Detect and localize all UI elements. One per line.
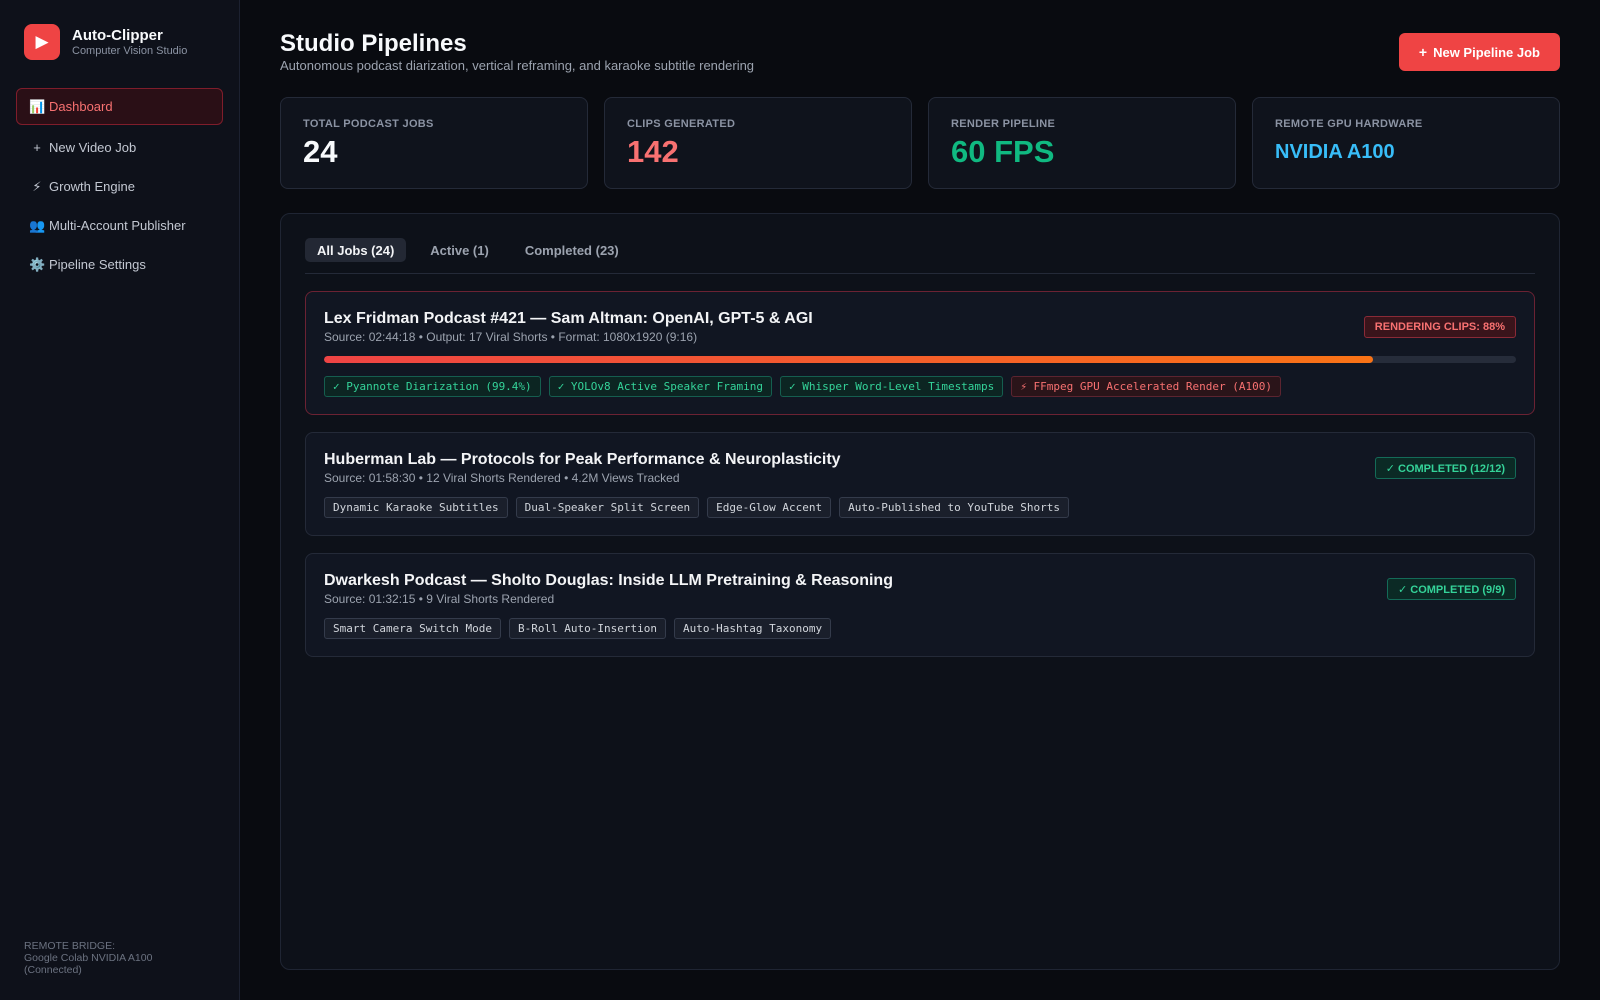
sidebar-item-label: New Video Job [49,140,137,155]
stat-card-render-pipeline: RENDER PIPELINE 60 FPS [928,97,1236,189]
sidebar-nav: 📊 Dashboard + New Video Job ⚡ Growth Eng… [16,88,223,285]
status-badge: RENDERING CLIPS: 88% [1363,316,1516,338]
tag-youtube-published: Auto-Published to YouTube Shorts [839,497,1070,518]
job-meta: Source: 02:44:18 • Output: 17 Viral Shor… [324,330,698,344]
job-tags: ✓ Pyannote Diarization (99.4%) ✓ YOLOv8 … [324,376,1289,397]
sidebar-item-growth-engine[interactable]: ⚡ Growth Engine [16,168,223,205]
sidebar-item-label: Growth Engine [49,179,135,194]
render-progress-bar [324,356,1516,363]
jobs-panel: All Jobs (24) Active (1) Completed (23) … [280,213,1560,970]
tag-hashtag: Auto-Hashtag Taxonomy [674,618,832,639]
tab-all-jobs[interactable]: All Jobs (24) [305,238,407,262]
tag-split-screen: Dual-Speaker Split Screen [515,497,700,518]
tag-diarization: ✓ Pyannote Diarization (99.4%) [324,376,541,397]
stat-label: CLIPS GENERATED [627,118,736,130]
stat-label: REMOTE GPU HARDWARE [1275,118,1423,130]
app-subtitle: Computer Vision Studio [72,44,188,57]
users-icon: 👥 [29,217,46,233]
stat-label: TOTAL PODCAST JOBS [303,118,434,130]
bridge-label: REMOTE BRIDGE: [24,940,116,952]
sidebar-item-new-video-job[interactable]: + New Video Job [16,129,223,166]
stats-row: TOTAL PODCAST JOBS 24 CLIPS GENERATED 14… [280,97,1560,189]
page-title: Studio Pipelines [280,30,467,57]
tab-active[interactable]: Active (1) [418,238,501,262]
job-card-huberman-lab[interactable]: Huberman Lab — Protocols for Peak Perfor… [305,432,1535,536]
gear-icon: ⚙️ [29,256,46,272]
job-card-lex-fridman[interactable]: Lex Fridman Podcast #421 — Sam Altman: O… [305,291,1535,415]
sidebar-item-dashboard[interactable]: 📊 Dashboard [16,88,223,125]
lightning-icon: ⚡ [32,178,42,194]
tag-timestamps: ✓ Whisper Word-Level Timestamps [780,376,1004,397]
tag-speaker-framing: ✓ YOLOv8 Active Speaker Framing [548,376,772,397]
plus-icon: + [33,140,41,155]
progress-fill [324,356,1373,363]
brand[interactable]: ▶ Auto-Clipper Computer Vision Studio [24,24,187,60]
new-pipeline-job-label: New Pipeline Job [1433,44,1540,60]
remote-bridge-status: REMOTE BRIDGE: Google Colab NVIDIA A100 … [24,940,152,976]
sidebar-item-pipeline-settings[interactable]: ⚙️ Pipeline Settings [16,246,223,283]
chart-icon: 📊 [29,98,46,114]
job-tags: Dynamic Karaoke Subtitles Dual-Speaker S… [324,497,1077,518]
new-pipeline-job-button[interactable]: + New Pipeline Job [1398,33,1560,71]
tab-completed[interactable]: Completed (23) [513,238,631,262]
status-badge: ✓ COMPLETED (12/12) [1374,457,1516,479]
stat-card-clips-generated: CLIPS GENERATED 142 [604,97,912,189]
tag-camera-switch: Smart Camera Switch Mode [324,618,501,639]
stat-value: NVIDIA A100 [1275,141,1395,163]
job-meta: Source: 01:58:30 • 12 Viral Shorts Rende… [324,471,680,485]
bridge-connection: (Connected) [24,964,82,976]
plus-icon: + [1418,44,1428,60]
tag-edge-glow: Edge-Glow Accent [707,497,832,518]
sidebar-item-label: Dashboard [49,99,113,114]
stat-value: 60 FPS [951,134,1055,169]
sidebar-item-label: Pipeline Settings [49,257,146,272]
tag-broll: B-Roll Auto-Insertion [508,618,667,639]
stat-label: RENDER PIPELINE [951,118,1056,130]
job-card-dwarkesh-podcast[interactable]: Dwarkesh Podcast — Sholto Douglas: Insid… [305,553,1535,657]
sidebar: ▶ Auto-Clipper Computer Vision Studio 📊 … [0,0,240,1000]
page-subtitle: Autonomous podcast diarization, vertical… [280,58,755,73]
bridge-value: Google Colab NVIDIA A100 [24,952,153,964]
sidebar-item-multi-account-publisher[interactable]: 👥 Multi-Account Publisher [16,207,223,244]
job-tags: Smart Camera Switch Mode B-Roll Auto-Ins… [324,618,839,639]
app-name: Auto-Clipper [72,26,163,44]
job-tabs: All Jobs (24) Active (1) Completed (23) [305,238,1535,274]
stat-card-remote-gpu: REMOTE GPU HARDWARE NVIDIA A100 [1252,97,1560,189]
job-title: Huberman Lab — Protocols for Peak Perfor… [324,451,841,468]
stat-card-total-jobs: TOTAL PODCAST JOBS 24 [280,97,588,189]
tag-gpu-render: ⚡ FFmpeg GPU Accelerated Render (A100) [1011,376,1281,397]
stat-value: 142 [627,134,679,169]
sidebar-item-label: Multi-Account Publisher [49,218,186,233]
tag-karaoke-subtitles: Dynamic Karaoke Subtitles [324,497,508,518]
job-meta: Source: 01:32:15 • 9 Viral Shorts Render… [324,592,555,606]
job-title: Dwarkesh Podcast — Sholto Douglas: Insid… [324,572,893,589]
job-title: Lex Fridman Podcast #421 — Sam Altman: O… [324,310,813,327]
stat-value: 24 [303,134,338,169]
play-logo-icon: ▶ [24,24,60,60]
status-badge: ✓ COMPLETED (9/9) [1386,578,1516,600]
